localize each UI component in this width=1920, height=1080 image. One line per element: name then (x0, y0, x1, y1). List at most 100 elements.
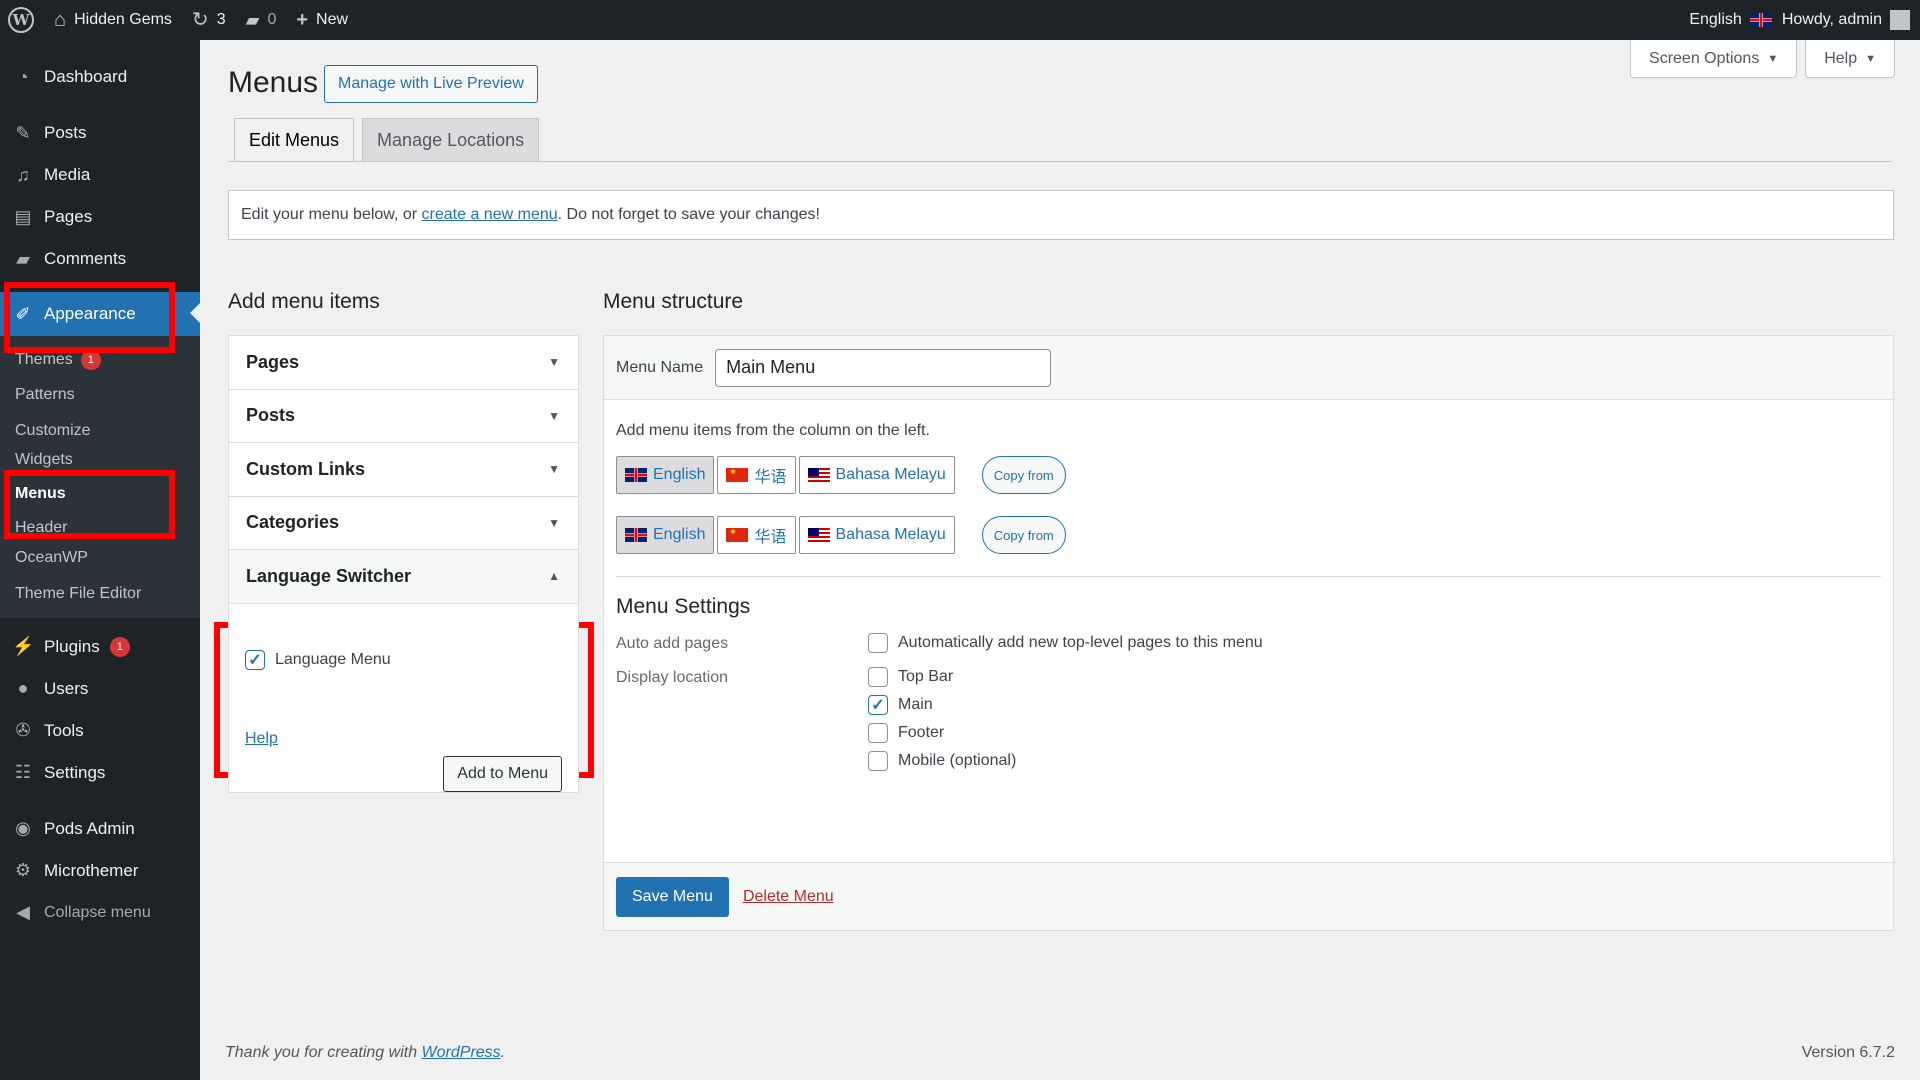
accordion-categories[interactable]: Categories ▼ (229, 497, 578, 550)
drag-instructions: Add menu items from the column on the le… (616, 422, 930, 439)
plugins-update-badge: 1 (109, 636, 130, 657)
help-button[interactable]: Help ▼ (1805, 40, 1895, 78)
manage-live-preview-button[interactable]: Manage with Live Preview (324, 65, 538, 103)
sidebar-item-dashboard[interactable]: ◔ Dashboard (0, 56, 200, 98)
location-main[interactable]: ✓ Main (868, 695, 1016, 715)
collapse-menu-button[interactable]: ◀ Collapse menu (0, 892, 200, 934)
lang-tab-english[interactable]: English (616, 516, 715, 554)
submenu-item-label: OceanWP (15, 549, 88, 567)
language-menu-checkbox[interactable]: ✓ (245, 649, 265, 670)
sidebar-item-media[interactable]: ♫ Media (0, 154, 200, 196)
submenu-item-label: Widgets (15, 450, 73, 468)
location-top-bar[interactable]: Top Bar (868, 667, 1016, 687)
copy-from-button[interactable]: Copy from (981, 516, 1066, 554)
new-content-link[interactable]: + New (286, 0, 358, 40)
save-menu-button[interactable]: Save Menu (616, 876, 729, 917)
menu-settings-title: Menu Settings (616, 595, 751, 618)
screen-options-button[interactable]: Screen Options ▼ (1630, 40, 1798, 78)
caret-down-icon: ▼ (1865, 52, 1876, 65)
menu-actions: Save Menu Delete Menu (604, 862, 1893, 930)
sidebar-item-pods-admin[interactable]: ◉ Pods Admin (0, 808, 200, 850)
lang-tab-chinese[interactable]: 华语 (717, 516, 796, 554)
language-menu-option[interactable]: ✓ Language Menu (245, 649, 562, 670)
location-label: Footer (898, 724, 945, 741)
sidebar-item-microthemer[interactable]: ⚙ Microthemer (0, 850, 200, 892)
updates-link[interactable]: ↻ 3 (182, 0, 236, 40)
plus-icon: + (296, 9, 309, 31)
copy-from-button[interactable]: Copy from (981, 456, 1066, 494)
submenu-item-header[interactable]: Header (0, 519, 200, 541)
lang-tab-malay[interactable]: Bahasa Melayu (798, 516, 955, 554)
sidebar-item-tools[interactable]: ✇ Tools (0, 710, 200, 752)
themes-update-badge: 1 (80, 349, 101, 370)
location-checkbox[interactable] (868, 667, 888, 687)
new-label: New (316, 11, 349, 28)
accordion-title: Categories (246, 512, 340, 533)
create-new-menu-link[interactable]: create a new menu (422, 206, 558, 224)
menu-structure-body: Add menu items from the column on the le… (604, 400, 1893, 771)
menu-name-input[interactable]: Main Menu (715, 348, 1052, 387)
submenu-item-widgets[interactable]: Widgets (0, 449, 200, 469)
lang-tab-malay[interactable]: Bahasa Melayu (798, 456, 955, 494)
sidebar-item-posts[interactable]: ✎ Posts (0, 112, 200, 154)
auto-add-checkbox[interactable] (868, 633, 888, 653)
my-account-link[interactable]: Howdy, admin (1782, 0, 1920, 40)
sidebar-item-plugins[interactable]: ⚡ Plugins 1 (0, 626, 200, 668)
sidebar-item-pages[interactable]: ▤ Pages (0, 196, 200, 238)
submenu-item-menus[interactable]: Menus (0, 469, 200, 519)
accordion-title: Pages (246, 351, 300, 372)
pages-icon: ▤ (14, 206, 32, 227)
location-footer[interactable]: Footer (868, 723, 1016, 743)
home-icon: ⌂ (54, 9, 67, 31)
lang-tab-label: English (653, 526, 706, 543)
submenu-item-themes[interactable]: Themes 1 (0, 342, 200, 378)
sidebar-item-users[interactable]: ● Users (0, 668, 200, 710)
delete-menu-link[interactable]: Delete Menu (743, 888, 834, 906)
caret-down-icon: ▼ (548, 408, 560, 423)
lang-tab-chinese[interactable]: 华语 (717, 456, 796, 494)
sidebar-item-comments[interactable]: ▰ Comments (0, 238, 200, 280)
menu-structure-title: Menu structure (603, 290, 744, 313)
tab-manage-locations[interactable]: Manage Locations (362, 118, 540, 162)
display-location-label: Display location (616, 669, 729, 686)
auto-add-option[interactable]: Automatically add new top-level pages to… (868, 633, 1263, 653)
menu-management-panel: Menu Name Main Menu Add menu items from … (603, 335, 1894, 931)
submenu-item-oceanwp[interactable]: OceanWP (0, 541, 200, 577)
help-label: Help (1824, 49, 1858, 67)
main-content: Screen Options ▼ Help ▼ Menus Manage wit… (200, 40, 1920, 1080)
edit-notice: Edit your menu below, or create a new me… (228, 190, 1894, 240)
admin-sidebar: ◔ Dashboard ✎ Posts ♫ Media ▤ Pages ▰ Co… (0, 40, 200, 1080)
updates-icon: ↻ (191, 9, 209, 31)
sidebar-item-settings[interactable]: ☷ Settings (0, 752, 200, 794)
wordpress-logo-icon: W (8, 7, 34, 33)
submenu-item-patterns[interactable]: Patterns (0, 378, 200, 414)
comments-link[interactable]: ▰ 0 (236, 0, 287, 40)
wordpress-link[interactable]: WordPress (422, 1044, 501, 1061)
settings-sliders-icon: ☷ (14, 762, 32, 782)
media-icon: ♫ (16, 164, 30, 185)
language-switcher-link[interactable]: English (1679, 0, 1781, 40)
tab-edit-menus[interactable]: Edit Menus (234, 118, 355, 162)
location-checkbox[interactable] (868, 751, 888, 771)
lang-tab-english[interactable]: English (616, 456, 715, 494)
add-to-menu-button[interactable]: Add to Menu (443, 755, 562, 792)
accordion-posts[interactable]: Posts ▼ (229, 390, 578, 443)
location-checkbox[interactable]: ✓ (868, 695, 888, 715)
uk-flag-icon (625, 468, 647, 482)
uk-flag-icon (625, 528, 647, 542)
location-mobile[interactable]: Mobile (optional) (868, 751, 1016, 771)
submenu-item-theme-file-editor[interactable]: Theme File Editor (0, 576, 200, 612)
howdy-text: Howdy, admin (1781, 11, 1882, 28)
sidebar-item-appearance[interactable]: ✐ Appearance (0, 292, 200, 336)
accordion-language-switcher[interactable]: Language Switcher ▲ (229, 550, 578, 604)
site-name-link[interactable]: ⌂ Hidden Gems (44, 0, 182, 40)
accordion-custom-links[interactable]: Custom Links ▼ (229, 443, 578, 497)
sidebar-item-label: Posts (44, 123, 87, 142)
accordion-pages[interactable]: Pages ▼ (229, 336, 578, 390)
language-switcher-help-link[interactable]: Help (245, 730, 278, 748)
menu-name-row: Menu Name Main Menu (604, 336, 1893, 400)
wp-logo-menu[interactable]: W (0, 0, 44, 40)
submenu-item-customize[interactable]: Customize (0, 413, 200, 449)
location-checkbox[interactable] (868, 723, 888, 743)
footer-version: Version 6.7.2 (1801, 1044, 1895, 1061)
